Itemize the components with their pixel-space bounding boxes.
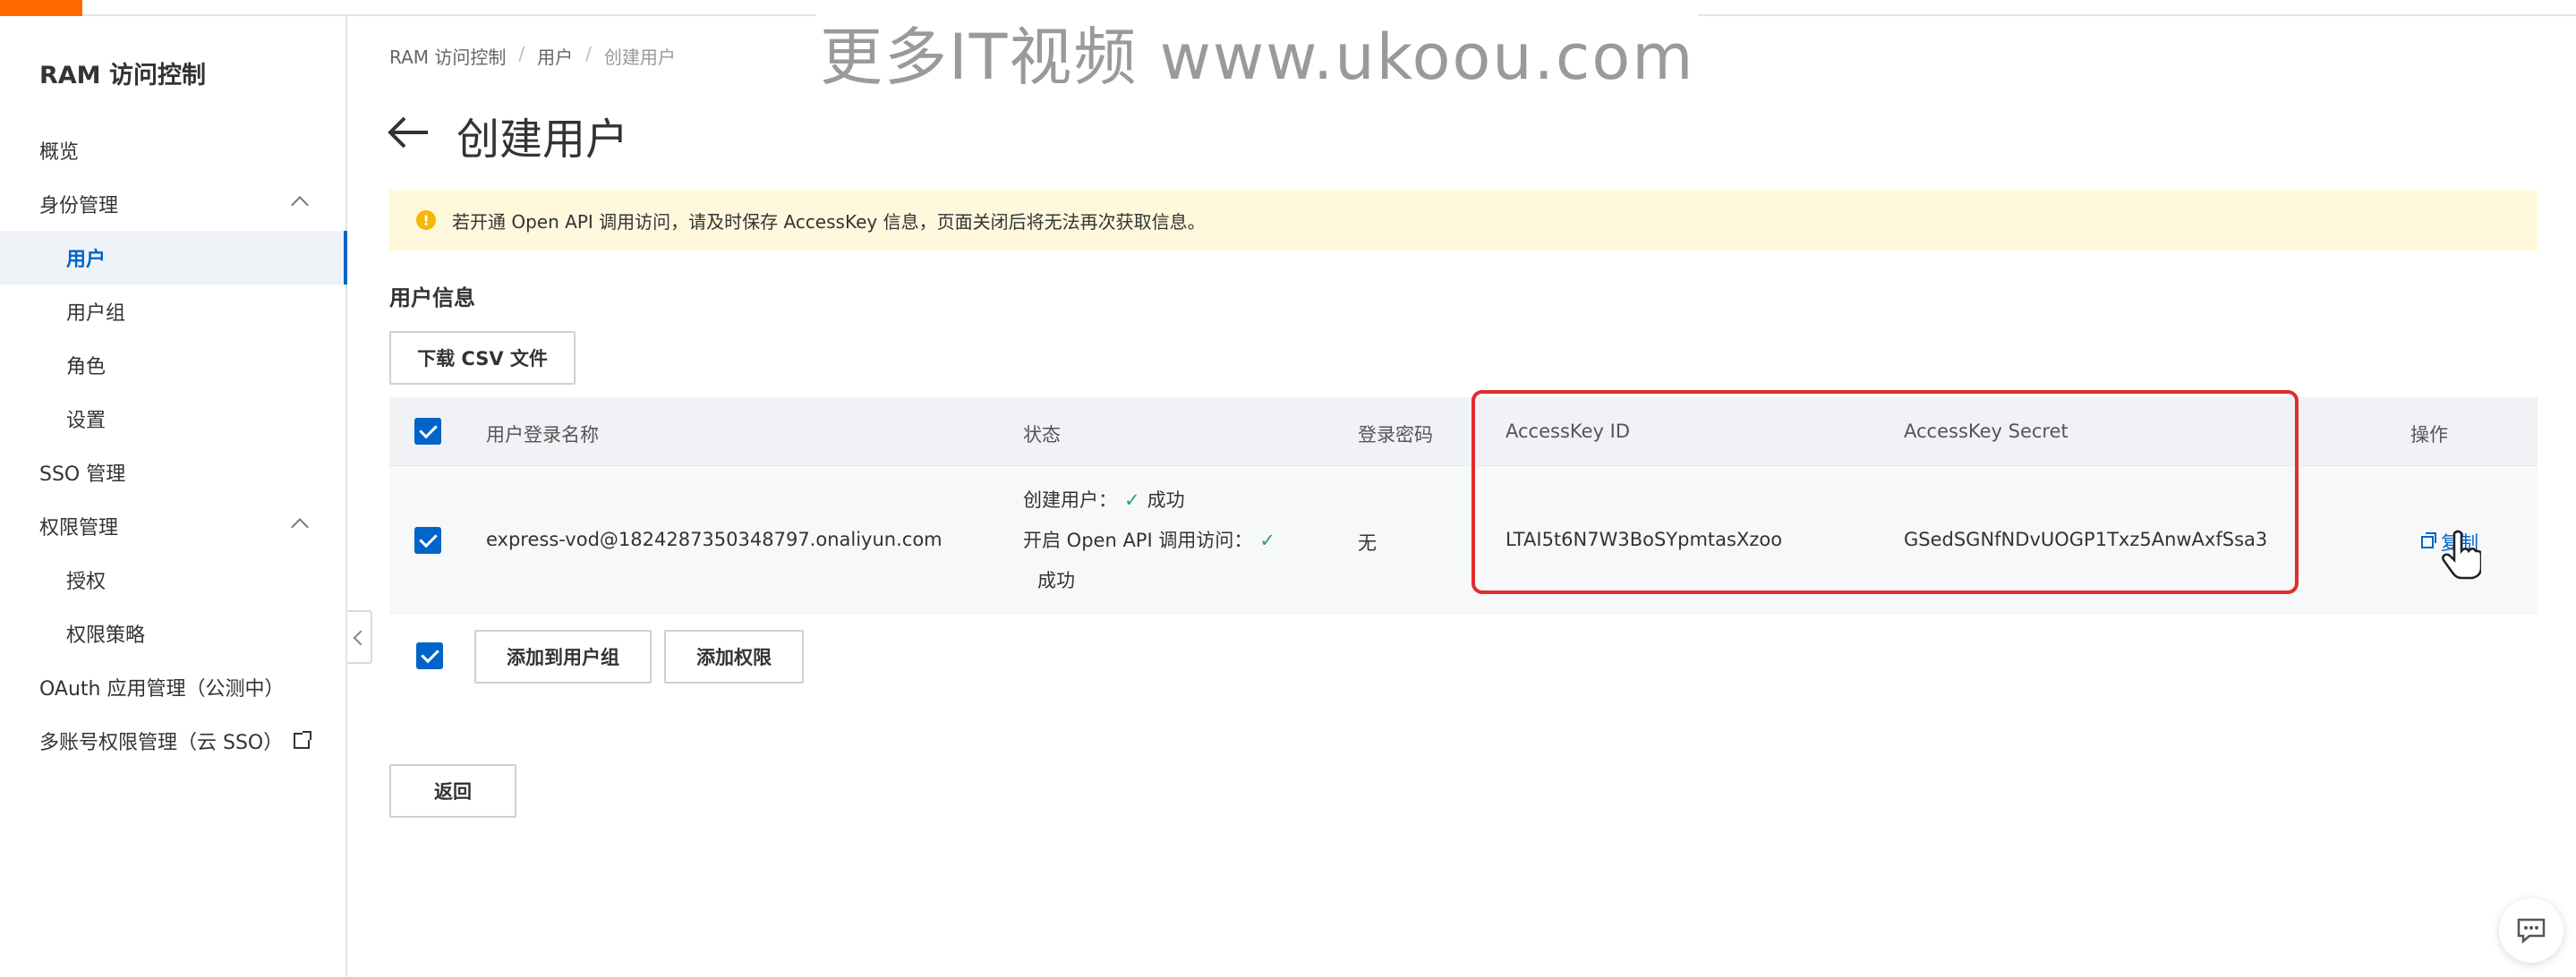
access-key-highlight xyxy=(1471,390,2299,594)
sidebar-item-label: 权限策略 xyxy=(66,624,146,647)
sidebar-group-identity[interactable]: 身份管理 xyxy=(0,177,345,231)
warning-icon: ! xyxy=(416,210,436,230)
login-name-cell: express-vod@1824287350348797.onaliyun.co… xyxy=(486,529,943,550)
breadcrumb-separator: / xyxy=(585,43,592,64)
breadcrumb-item-current: 创建用户 xyxy=(603,47,676,68)
bulk-select-checkbox[interactable] xyxy=(416,642,443,669)
check-icon: ✓ xyxy=(1259,530,1275,551)
status-cell: 创建用户： ✓ 成功 开启 Open API 调用访问： ✓ 成功 xyxy=(1023,480,1283,601)
chevron-up-icon xyxy=(291,518,309,536)
check-icon: ✓ xyxy=(1124,489,1140,511)
status-create-value: 成功 xyxy=(1147,489,1185,511)
chat-icon xyxy=(2517,918,2546,944)
column-header-actions: 操作 xyxy=(2410,424,2448,446)
sidebar-item-users[interactable]: 用户 xyxy=(0,231,347,285)
sidebar-item-oauth[interactable]: OAuth 应用管理（公测中） xyxy=(0,660,345,714)
page-title: 创建用户 xyxy=(456,115,629,165)
add-to-group-button[interactable]: 添加到用户组 xyxy=(474,630,652,684)
back-arrow-icon[interactable] xyxy=(387,115,431,150)
sidebar-item-label: SSO 管理 xyxy=(39,463,126,486)
top-brand-bar xyxy=(0,0,82,16)
sidebar-collapse-handle[interactable] xyxy=(347,610,372,664)
sidebar-item-user-groups[interactable]: 用户组 xyxy=(0,285,345,338)
status-create-label: 创建用户： xyxy=(1023,489,1117,511)
hand-cursor-icon xyxy=(2442,530,2481,580)
sidebar-item-label: 用户 xyxy=(66,249,107,271)
sidebar-item-label: 角色 xyxy=(66,356,107,378)
breadcrumb-item-users[interactable]: 用户 xyxy=(537,43,573,69)
row-checkbox[interactable] xyxy=(414,527,441,554)
status-api: 开启 Open API 调用访问： ✓ xyxy=(1023,521,1283,561)
watermark: 更多IT视频 www.ukoou.com xyxy=(816,7,1699,98)
back-button[interactable]: 返回 xyxy=(389,764,516,818)
breadcrumb-separator: / xyxy=(518,43,525,64)
column-header-password: 登录密码 xyxy=(1358,424,1433,446)
sidebar-item-label: 权限管理 xyxy=(39,517,119,539)
breadcrumb: RAM 访问控制 / 用户 / 创建用户 xyxy=(389,43,676,69)
sidebar-item-grants[interactable]: 授权 xyxy=(0,553,345,607)
breadcrumb-item-ram[interactable]: RAM 访问控制 xyxy=(389,43,506,69)
password-cell: 无 xyxy=(1358,532,1377,554)
sidebar-item-label: 多账号权限管理（云 SSO） xyxy=(39,732,284,754)
sidebar: RAM 访问控制 概览 身份管理 用户 用户组 角色 设置 SSO 管理 权限管… xyxy=(0,16,347,977)
sidebar-item-label: 授权 xyxy=(66,571,107,593)
sidebar-item-label: 用户组 xyxy=(66,302,126,325)
sidebar-item-overview[interactable]: 概览 xyxy=(0,123,345,177)
status-api-value: 成功 xyxy=(1037,570,1075,591)
external-link-icon xyxy=(294,731,312,749)
sidebar-title: RAM 访问控制 xyxy=(39,62,206,89)
chevron-up-icon xyxy=(291,196,309,214)
column-header-login-name: 用户登录名称 xyxy=(486,424,599,446)
copy-icon xyxy=(2421,532,2436,548)
sidebar-item-label: 设置 xyxy=(66,410,107,432)
sidebar-item-label: OAuth 应用管理（公测中） xyxy=(39,678,285,701)
status-api-label: 开启 Open API 调用访问： xyxy=(1023,530,1253,551)
status-create: 创建用户： ✓ 成功 xyxy=(1023,480,1283,521)
alert-banner: ! 若开通 Open API 调用访问，请及时保存 AccessKey 信息，页… xyxy=(389,190,2538,251)
download-csv-button[interactable]: 下载 CSV 文件 xyxy=(389,331,576,385)
sidebar-item-label: 概览 xyxy=(39,141,80,164)
section-title: 用户信息 xyxy=(389,285,475,310)
add-permission-button[interactable]: 添加权限 xyxy=(664,630,804,684)
sidebar-item-label: 身份管理 xyxy=(39,195,119,217)
sidebar-item-sso[interactable]: SSO 管理 xyxy=(0,446,345,499)
alert-text: 若开通 Open API 调用访问，请及时保存 AccessKey 信息，页面关… xyxy=(452,210,1206,233)
sidebar-item-roles[interactable]: 角色 xyxy=(0,338,345,392)
select-all-checkbox[interactable] xyxy=(414,418,441,445)
sidebar-item-policies[interactable]: 权限策略 xyxy=(0,607,345,660)
sidebar-group-permissions[interactable]: 权限管理 xyxy=(0,499,345,553)
sidebar-item-settings[interactable]: 设置 xyxy=(0,392,345,446)
column-header-status: 状态 xyxy=(1023,424,1061,446)
sidebar-item-cloud-sso[interactable]: 多账号权限管理（云 SSO） xyxy=(0,714,345,768)
feedback-button[interactable] xyxy=(2499,898,2563,963)
